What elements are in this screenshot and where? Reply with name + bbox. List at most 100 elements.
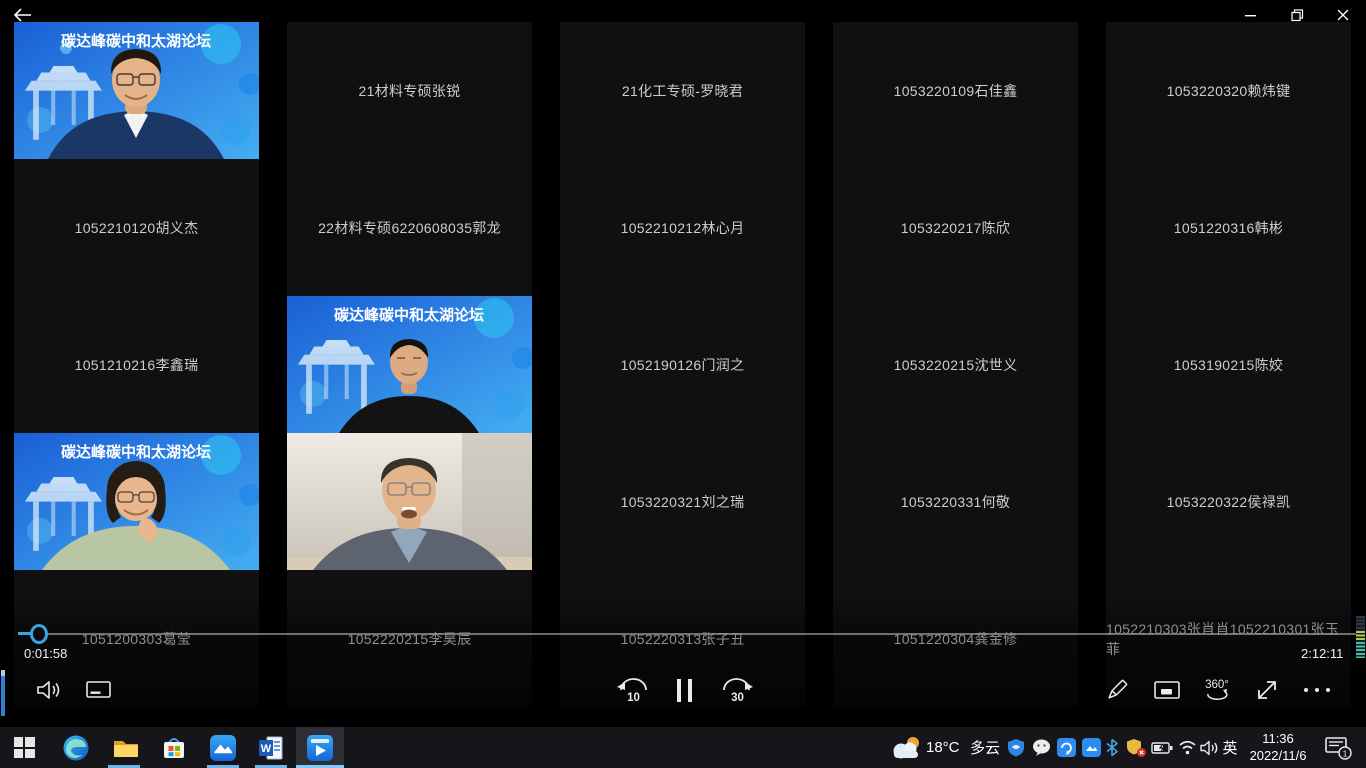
tray-pc-manager[interactable] xyxy=(1005,727,1027,768)
wechat-icon xyxy=(1032,739,1051,756)
microsoft-store-icon xyxy=(160,734,188,762)
back-arrow-icon xyxy=(12,7,34,23)
participant-name: 1051220304龚金修 xyxy=(894,629,1018,649)
seek-bar-thumb[interactable] xyxy=(30,624,48,644)
skip-back-button[interactable]: 10 xyxy=(612,671,654,709)
edit-button[interactable] xyxy=(1096,671,1138,709)
battery-icon xyxy=(1151,741,1173,755)
participant-name: 1051210216李鑫瑞 xyxy=(75,355,199,375)
participant-name: 1051220316韩彬 xyxy=(1174,218,1283,238)
skip-forward-button[interactable]: 30 xyxy=(716,671,758,709)
tray-speaker-icon xyxy=(1200,740,1220,756)
participant-name: 21化工专硕-罗晓君 xyxy=(622,81,743,101)
participant-name: 1052210212林心月 xyxy=(621,218,745,238)
participant-name: 1052190126门润之 xyxy=(621,355,745,375)
bluetooth-icon xyxy=(1105,738,1119,757)
pause-button[interactable] xyxy=(663,671,705,709)
360-icon: 360° xyxy=(1200,676,1234,704)
participant-name: 1053220109石佳鑫 xyxy=(894,81,1018,101)
tray-bluetooth[interactable] xyxy=(1102,727,1122,768)
notification-icon: 1 xyxy=(1324,735,1354,761)
edge-icon xyxy=(62,734,90,762)
tray-battery[interactable] xyxy=(1150,727,1174,768)
weather-widget[interactable] xyxy=(888,727,924,768)
audio-level-meter xyxy=(1356,616,1365,658)
clock-time: 11:36 xyxy=(1240,730,1316,747)
participant-name: 1052220215李昊辰 xyxy=(348,629,472,649)
participant-name: 1053220322侯禄凯 xyxy=(1167,492,1291,512)
total-duration: 2:12:11 xyxy=(1301,646,1343,661)
participant-name: 1053190215陈姣 xyxy=(1174,355,1283,375)
word-icon: W xyxy=(257,735,285,761)
tray-wifi[interactable] xyxy=(1176,727,1198,768)
taskbar-word-button[interactable]: W xyxy=(247,727,295,768)
tray-wechat[interactable] xyxy=(1030,727,1052,768)
restore-icon xyxy=(1291,9,1304,22)
weather-condition[interactable]: 多云 xyxy=(970,727,1000,768)
taskbar-edge-button[interactable] xyxy=(52,727,100,768)
skip-back-label: 10 xyxy=(627,692,640,704)
elapsed-time: 0:01:58 xyxy=(24,646,67,661)
action-center-button[interactable]: 1 xyxy=(1322,727,1356,768)
tray-meeting[interactable] xyxy=(1080,727,1102,768)
pause-icon xyxy=(677,679,692,702)
mini-player-icon xyxy=(1154,679,1180,701)
weather-cloud-icon xyxy=(889,735,923,761)
participant-name: 1052210120胡义杰 xyxy=(75,218,199,238)
volume-level-slider[interactable] xyxy=(0,670,7,716)
participant-name: 1051200303葛莹 xyxy=(82,629,191,649)
sync-icon xyxy=(1057,738,1076,757)
close-button[interactable] xyxy=(1320,0,1366,30)
ellipsis-icon xyxy=(1304,688,1330,692)
participant-name: 21材料专硕张锐 xyxy=(359,81,461,101)
file-explorer-icon xyxy=(112,736,140,760)
clock-date: 2022/11/6 xyxy=(1240,747,1316,764)
tencent-meeting-icon xyxy=(209,734,237,762)
taskbar-movies-tv-button-active[interactable] xyxy=(296,727,344,768)
tray-sync[interactable] xyxy=(1055,727,1077,768)
participant-name: 22材料专硕6220608035郭龙 xyxy=(318,218,501,238)
minimize-button[interactable] xyxy=(1228,0,1274,30)
360-mode-button[interactable]: 360° xyxy=(1196,671,1238,709)
participant-name: 1053220320赖炜键 xyxy=(1167,81,1291,101)
skip-forward-icon: 30 xyxy=(719,675,755,705)
skip-forward-label: 30 xyxy=(731,692,744,704)
fullscreen-button[interactable] xyxy=(1246,671,1288,709)
participant-name: 1052220313张子丑 xyxy=(621,629,745,649)
more-options-button[interactable] xyxy=(1296,671,1338,709)
shield-icon xyxy=(1007,738,1025,757)
back-button[interactable] xyxy=(12,5,38,25)
fullscreen-icon xyxy=(1254,677,1280,703)
notification-badge: 1 xyxy=(1343,748,1348,758)
taskbar-meeting-button[interactable] xyxy=(199,727,247,768)
weather-temp[interactable]: 18°C xyxy=(926,727,960,768)
tencent-meeting-tray-icon xyxy=(1082,738,1101,757)
video-playback-surface[interactable] xyxy=(0,22,1366,622)
participant-name: 1053220331何敬 xyxy=(901,492,1010,512)
taskbar-store-button[interactable] xyxy=(150,727,198,768)
start-button[interactable] xyxy=(0,727,48,768)
defender-alert-icon xyxy=(1126,738,1147,758)
volume-button[interactable] xyxy=(28,671,70,709)
minimize-icon xyxy=(1245,9,1257,21)
pencil-icon xyxy=(1104,677,1130,703)
taskbar-clock[interactable]: 11:36 2022/11/6 xyxy=(1240,730,1316,764)
input-method-indicator[interactable]: 英 xyxy=(1220,727,1240,768)
word-glyph: W xyxy=(261,743,272,755)
taskbar: W 18°C 多云 xyxy=(0,727,1366,768)
movies-tv-icon xyxy=(306,734,334,762)
skip-back-icon: 10 xyxy=(615,675,651,705)
tray-volume[interactable] xyxy=(1198,727,1222,768)
participant-name: 1053220215沈世义 xyxy=(894,355,1018,375)
360-label: 360° xyxy=(1205,679,1229,691)
windows-logo-icon xyxy=(14,737,35,758)
mini-player-button[interactable] xyxy=(1146,671,1188,709)
restore-button[interactable] xyxy=(1274,0,1320,30)
participant-name: 1053220321刘之瑞 xyxy=(621,492,745,512)
speaker-icon xyxy=(36,679,62,701)
taskbar-file-explorer-button[interactable] xyxy=(102,727,150,768)
caption-button[interactable] xyxy=(78,671,120,709)
wifi-icon xyxy=(1178,740,1197,755)
tray-defender[interactable] xyxy=(1124,727,1148,768)
close-icon xyxy=(1337,9,1349,21)
